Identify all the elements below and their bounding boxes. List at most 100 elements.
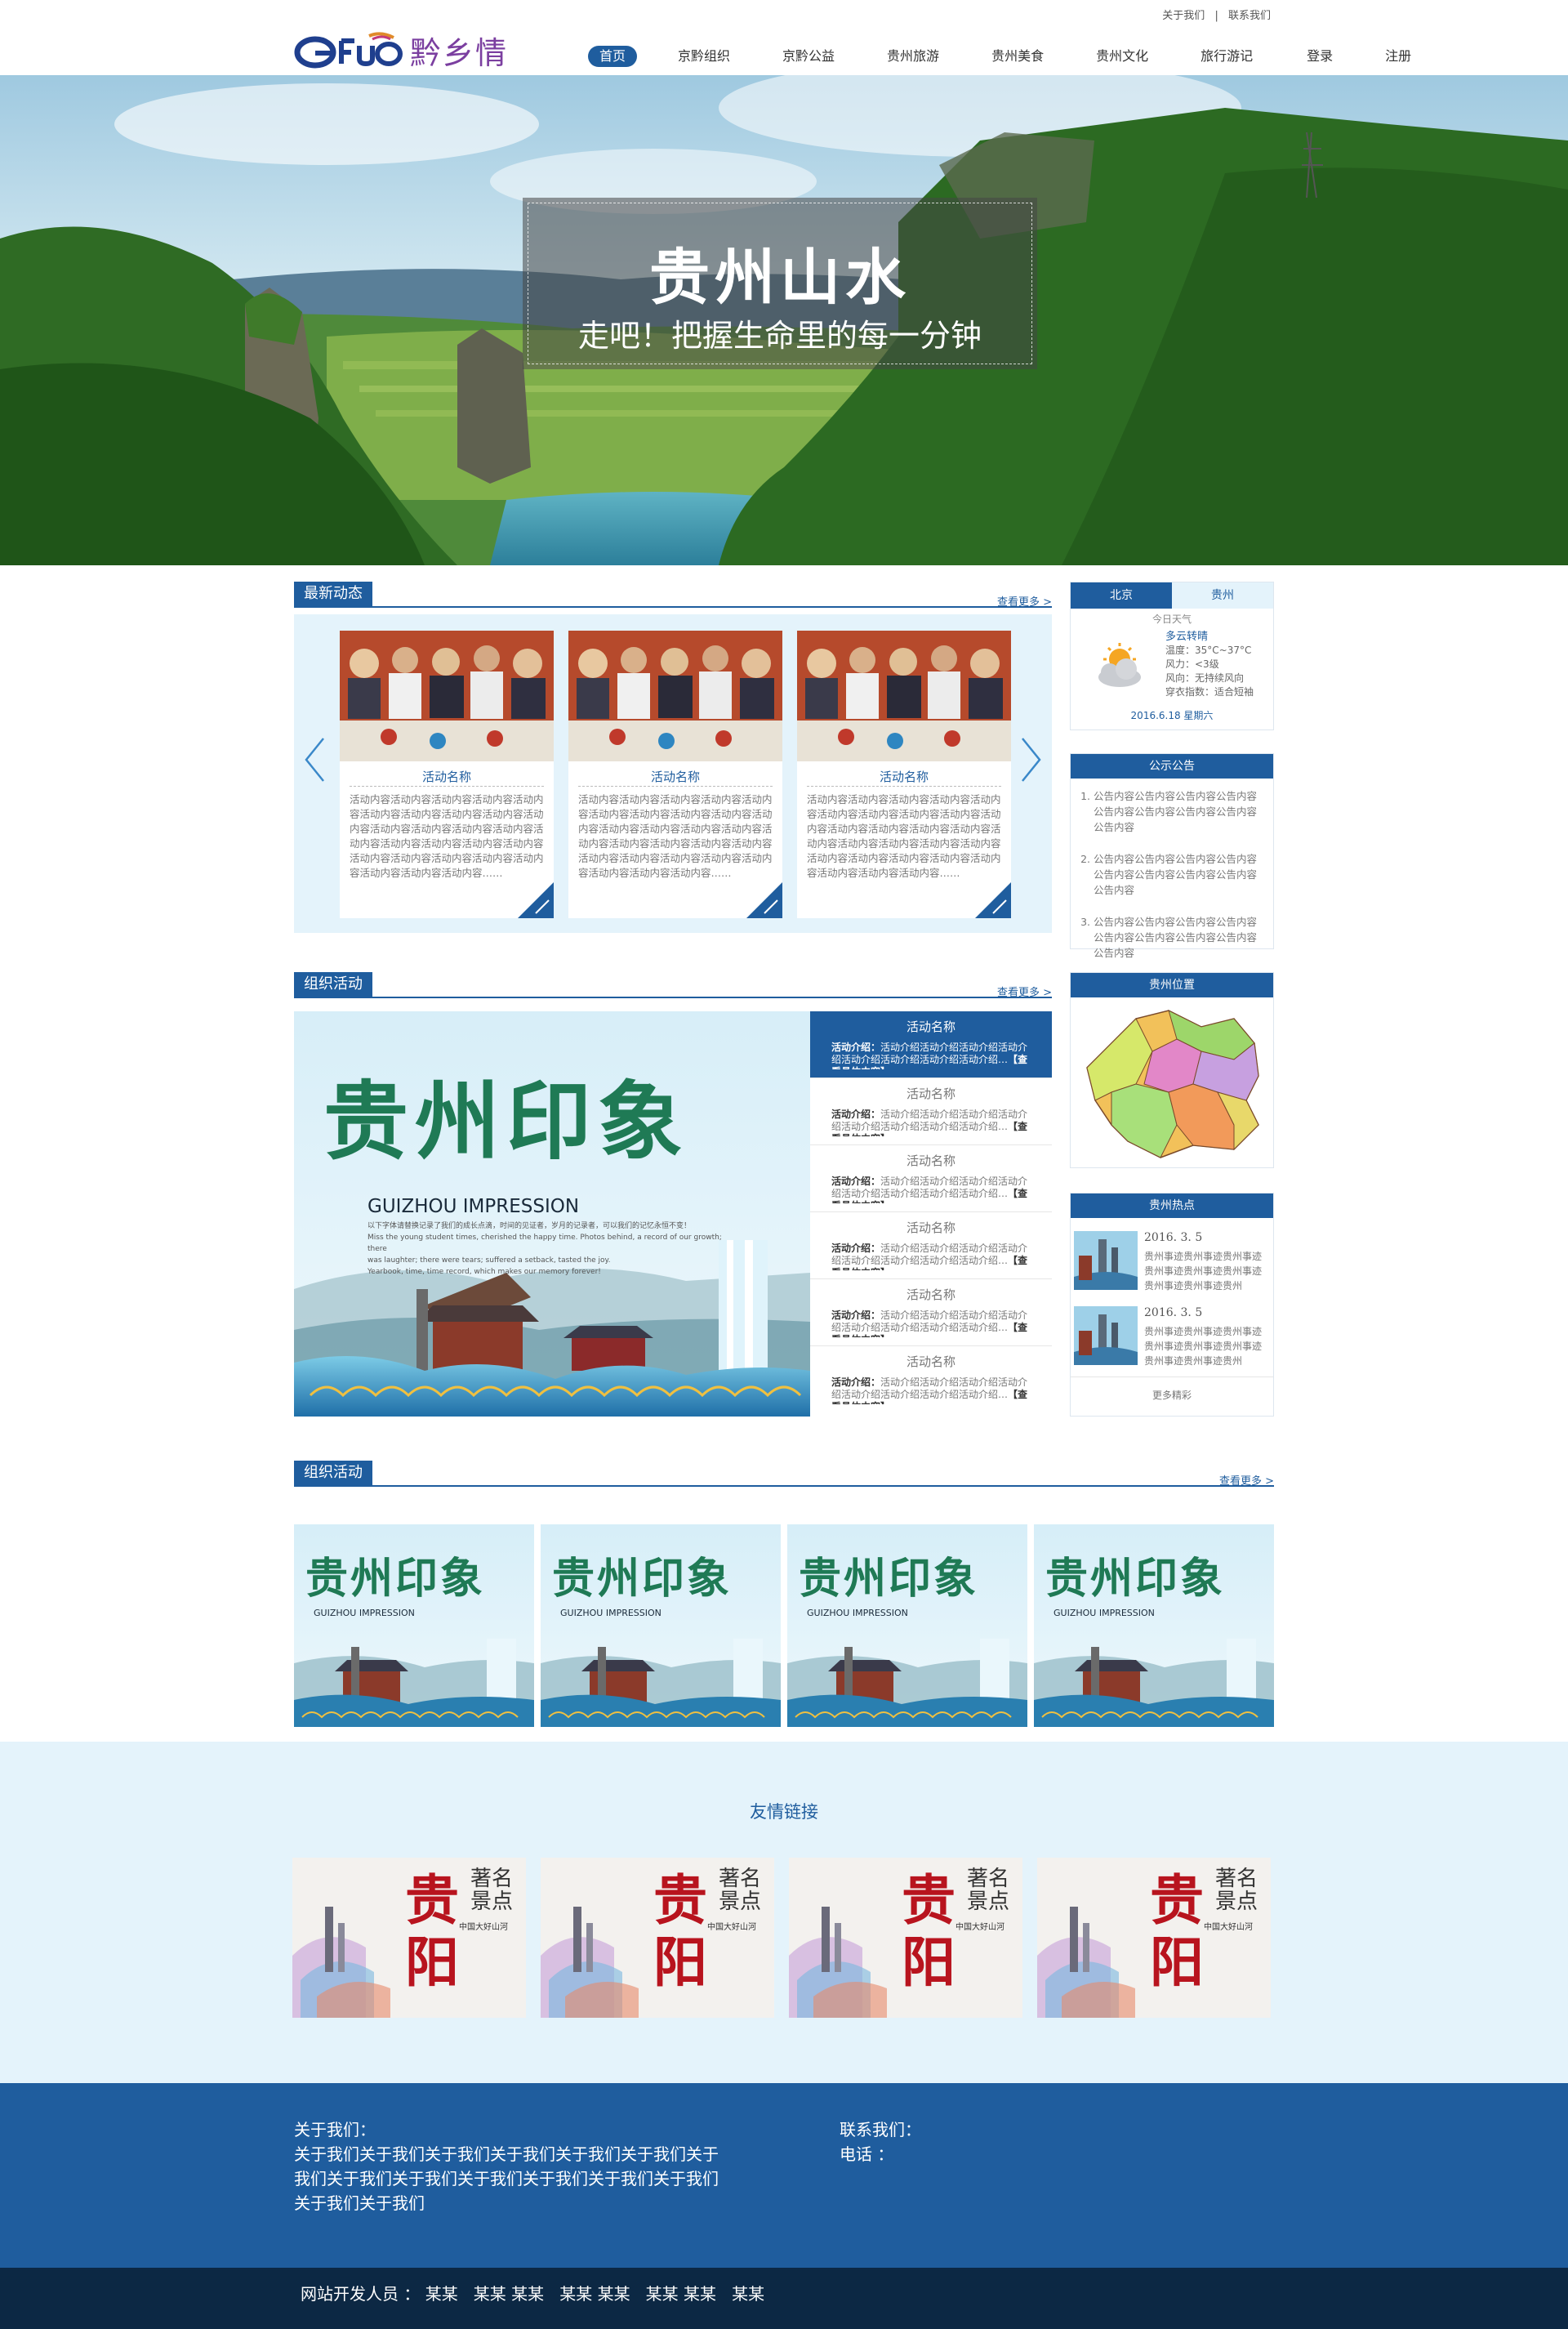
nav-login[interactable]: 登录 xyxy=(1295,46,1344,67)
weather-wind-dir: 风向：无持续风向 xyxy=(1165,672,1245,684)
news-card-title[interactable]: 活动名称 xyxy=(568,768,782,785)
poster-en-line: Yearbook, time, time record, which makes… xyxy=(368,1268,601,1276)
nav-culture[interactable]: 贵州文化 xyxy=(1085,46,1160,67)
corner-arrow-icon[interactable] xyxy=(518,882,554,918)
news-card-text: 活动内容活动内容活动内容活动内容活动内容活动内容活动内容活动内容活动内容活动内容… xyxy=(578,793,773,879)
news-card-title[interactable]: 活动名称 xyxy=(797,768,1011,785)
notice-item[interactable]: 公告内容公告内容公告内容公告内容公告内容公告内容公告内容公告内容公告内容 xyxy=(1094,851,1262,898)
notice-item[interactable]: 公告内容公告内容公告内容公告内容公告内容公告内容公告内容公告内容公告内容 xyxy=(1094,788,1262,835)
weather-date: 2016.6.18 星期六 xyxy=(1130,710,1214,721)
nav-home[interactable]: 首页 xyxy=(588,46,638,67)
friend-link-tile[interactable]: 贵阳 著名景点 中国大好山河 xyxy=(1037,1858,1271,2018)
news-card-title[interactable]: 活动名称 xyxy=(340,768,554,785)
hot-item-date: 2016. 3. 5 xyxy=(1144,1231,1203,1244)
developer-bar: 网站开发人员 ： 某某 某某 某某 某某 某某 某某 某某 某某 xyxy=(0,2268,1568,2329)
friend-link-tile[interactable]: 贵阳 著名景点 中国大好山河 xyxy=(541,1858,774,2018)
weather-tabs: 北京 贵州 xyxy=(1071,582,1273,609)
news-more-link[interactable]: 查看更多 > xyxy=(997,593,1052,609)
news-card-text: 活动内容活动内容活动内容活动内容活动内容活动内容活动内容活动内容活动内容活动内容… xyxy=(807,793,1001,879)
weather-label: 今日天气 xyxy=(1152,613,1192,625)
nav-org[interactable]: 京黔组织 xyxy=(666,46,742,67)
hot-title: 贵州热点 xyxy=(1071,1194,1273,1218)
tile-caption: 中国大好山河 xyxy=(1204,1923,1253,1932)
activity-desc: 活动介绍：活动介绍活动介绍活动介绍活动介绍活动介绍活动介绍活动介绍活动介绍…【查… xyxy=(810,1370,1052,1404)
activity-item[interactable]: 活动名称 活动介绍：活动介绍活动介绍活动介绍活动介绍活动介绍活动介绍活动介绍活动… xyxy=(810,1212,1052,1279)
tile-title: 贵州印象 xyxy=(305,1554,486,1604)
news-card[interactable]: 活动名称 活动内容活动内容活动内容活动内容活动内容活动内容活动内容活动内容活动内… xyxy=(797,631,1011,918)
activity-desc-label: 活动介绍： xyxy=(831,1042,881,1053)
footer-about-text: 关于我们关于我们关于我们关于我们关于我们关于我们关于我们关于我们关于我们关于我们… xyxy=(294,2144,719,2213)
nav-register[interactable]: 注册 xyxy=(1374,46,1423,67)
poster-title: 贵州印象 xyxy=(323,1071,690,1171)
corner-arrow-icon[interactable] xyxy=(746,882,782,918)
weather-wind: 风力：<3级 xyxy=(1165,658,1219,670)
friend-link-tile[interactable]: 贵阳 著名景点 中国大好山河 xyxy=(292,1858,526,2018)
org2-more-link[interactable]: 查看更多 > xyxy=(1219,1472,1274,1488)
nav-food[interactable]: 贵州美食 xyxy=(980,46,1055,67)
hot-item[interactable]: 2016. 3. 5 贵州事迹贵州事迹贵州事迹贵州事迹贵州事迹贵州事迹贵州事迹贵… xyxy=(1074,1231,1270,1300)
about-link[interactable]: 关于我们 xyxy=(1162,10,1205,22)
chevron-left-icon[interactable] xyxy=(304,737,325,783)
hero-caption-box: 贵州山水 走吧！把握生命里的每一分钟 xyxy=(523,198,1037,369)
chevron-right-icon[interactable] xyxy=(1021,737,1042,783)
nav-travelogue[interactable]: 旅行游记 xyxy=(1189,46,1264,67)
nav-travel[interactable]: 贵州旅游 xyxy=(875,46,951,67)
org2-gallery-tile[interactable]: 贵州印象 GUIZHOU IMPRESSION xyxy=(294,1524,534,1727)
hot-item-photo xyxy=(1074,1231,1138,1290)
news-card-text: 活动内容活动内容活动内容活动内容活动内容活动内容活动内容活动内容活动内容活动内容… xyxy=(350,793,544,879)
poster-en-line: Miss the young student times, cherished … xyxy=(368,1234,722,1253)
activity-title: 活动名称 xyxy=(906,1354,956,1369)
hot-item-text: 贵州事迹贵州事迹贵州事迹贵州事迹贵州事迹贵州事迹贵州事迹贵州事迹贵州 xyxy=(1144,1326,1263,1367)
tile-title: 贵州印象 xyxy=(1045,1554,1226,1604)
tile-title: 贵州印象 xyxy=(799,1554,979,1604)
tile-main-text: 贵阳 xyxy=(405,1868,459,1994)
activity-title: 活动名称 xyxy=(906,1287,956,1302)
tile-side-text: 著名景点 xyxy=(719,1867,762,1914)
hot-more-link[interactable]: 更多精彩 xyxy=(1071,1388,1273,1402)
org2-section-header: 组织活动 查看更多 > xyxy=(294,1461,1274,1488)
hot-item[interactable]: 2016. 3. 5 贵州事迹贵州事迹贵州事迹贵州事迹贵州事迹贵州事迹贵州事迹贵… xyxy=(1074,1306,1270,1375)
footer-contact-label: 联系我们： xyxy=(840,2120,921,2139)
news-card[interactable]: 活动名称 活动内容活动内容活动内容活动内容活动内容活动内容活动内容活动内容活动内… xyxy=(340,631,554,918)
card-divider xyxy=(350,786,544,787)
activity-title: 活动名称 xyxy=(906,1220,956,1235)
org2-gallery-tile[interactable]: 贵州印象 GUIZHOU IMPRESSION xyxy=(787,1524,1027,1727)
org-feature-poster[interactable]: 贵州印象 GUIZHOU IMPRESSION 以下字体请替换记录了我们的成长点… xyxy=(294,1011,810,1417)
weather-details: 多云转晴 温度：35°C~37°C 风力：<3级 风向：无持续风向 穿衣指数：适… xyxy=(1165,630,1254,699)
friend-link-tile[interactable]: 贵阳 著名景点 中国大好山河 xyxy=(789,1858,1022,2018)
news-card[interactable]: 活动名称 活动内容活动内容活动内容活动内容活动内容活动内容活动内容活动内容活动内… xyxy=(568,631,782,918)
friend-links-title: 友情链接 xyxy=(750,1802,818,1822)
activity-item[interactable]: 活动名称 活动介绍：活动介绍活动介绍活动介绍活动介绍活动介绍活动介绍活动介绍活动… xyxy=(810,1346,1052,1417)
tab-guizhou[interactable]: 贵州 xyxy=(1172,582,1273,609)
org2-gallery-tile[interactable]: 贵州印象 GUIZHOU IMPRESSION xyxy=(1034,1524,1274,1727)
org-more-link[interactable]: 查看更多 > xyxy=(997,984,1052,999)
poster-cn-line: 以下字体请替换记录了我们的成长点滴，时间的见证者，岁月的记录者，可以我们的记忆永… xyxy=(368,1222,692,1230)
card-divider xyxy=(578,786,773,787)
poster-en-line: was laughter; there were tears; suffered… xyxy=(368,1256,611,1265)
contact-link[interactable]: 联系我们 xyxy=(1228,10,1271,22)
corner-arrow-icon[interactable] xyxy=(975,882,1011,918)
org2-gallery-tile[interactable]: 贵州印象 GUIZHOU IMPRESSION xyxy=(541,1524,781,1727)
tile-side-text: 著名景点 xyxy=(967,1867,1010,1914)
friend-links-section: 友情链接 贵阳 著名景点 中国大好山河 贵阳 著名景点 中国大好山河 贵阳 著名景点 中国大好山… xyxy=(0,1742,1568,2083)
activity-item[interactable]: 活动名称 活动介绍：活动介绍活动介绍活动介绍活动介绍活动介绍活动介绍活动介绍活动… xyxy=(810,1279,1052,1346)
activity-desc: 活动介绍：活动介绍活动介绍活动介绍活动介绍活动介绍活动介绍活动介绍活动介绍…【查… xyxy=(810,1303,1052,1337)
notice-title: 公示公告 xyxy=(1071,754,1273,779)
guizhou-map-image[interactable] xyxy=(1079,1002,1267,1162)
activity-item[interactable]: 活动名称 活动介绍：活动介绍活动介绍活动介绍活动介绍活动介绍活动介绍活动介绍活动… xyxy=(810,1078,1052,1145)
activity-desc: 活动介绍：活动介绍活动介绍活动介绍活动介绍活动介绍活动介绍活动介绍活动介绍…【查… xyxy=(810,1102,1052,1136)
footer-about-label: 关于我们： xyxy=(294,2120,376,2139)
section-divider xyxy=(294,1485,1274,1487)
nav-charity[interactable]: 京黔公益 xyxy=(771,46,846,67)
notice-item[interactable]: 公告内容公告内容公告内容公告内容公告内容公告内容公告内容公告内容公告内容 xyxy=(1094,914,1262,961)
activity-item[interactable]: 活动名称 活动介绍：活动介绍活动介绍活动介绍活动介绍活动介绍活动介绍活动介绍活动… xyxy=(810,1011,1052,1078)
tile-side-text: 著名景点 xyxy=(470,1867,514,1914)
tab-beijing[interactable]: 北京 xyxy=(1071,582,1172,609)
news-card-photo xyxy=(568,631,782,761)
footer-about: 关于我们： 关于我们关于我们关于我们关于我们关于我们关于我们关于我们关于我们关于… xyxy=(294,2117,719,2215)
weather-dress: 穿衣指数：适合短袖 xyxy=(1165,686,1254,698)
tile-caption: 中国大好山河 xyxy=(707,1923,756,1932)
activity-desc-label: 活动介绍： xyxy=(831,1376,881,1388)
logo[interactable]: 黔乡情 xyxy=(294,28,508,73)
activity-item[interactable]: 活动名称 活动介绍：活动介绍活动介绍活动介绍活动介绍活动介绍活动介绍活动介绍活动… xyxy=(810,1145,1052,1212)
